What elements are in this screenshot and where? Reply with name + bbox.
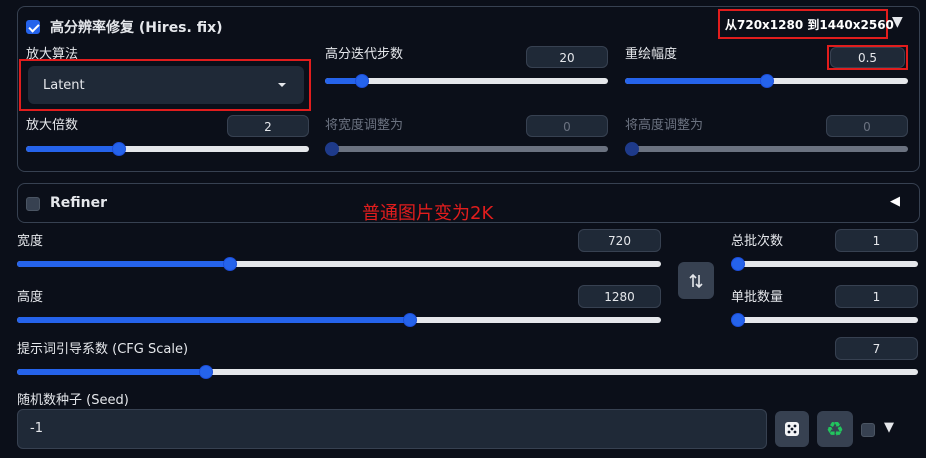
width-input[interactable]: 720: [578, 229, 661, 252]
seed-label: 随机数种子 (Seed): [17, 393, 129, 408]
random-seed-button[interactable]: [775, 411, 809, 447]
batch-size-slider[interactable]: [731, 312, 918, 328]
swap-arrows-icon: [689, 273, 703, 288]
denoise-label: 重绘幅度: [625, 47, 678, 62]
upscaler-value: Latent: [43, 78, 85, 93]
batch-size-label: 单批数量: [731, 290, 784, 305]
resolution-note: 从720x1280 到1440x2560: [725, 18, 894, 32]
scale-slider[interactable]: [26, 141, 309, 157]
width-slider[interactable]: [17, 256, 661, 272]
swap-dimensions-button[interactable]: [678, 262, 714, 299]
batch-size-input[interactable]: 1: [835, 285, 918, 308]
batch-count-input[interactable]: 1: [835, 229, 918, 252]
steps-label: 高分迭代步数: [325, 47, 404, 62]
resize-width-slider[interactable]: [325, 141, 608, 157]
upscaler-select[interactable]: Latent: [28, 66, 304, 104]
batch-size-slider-thumb[interactable]: [731, 313, 745, 327]
refiner-checkbox[interactable]: [26, 197, 40, 211]
hires-fix-title: 高分辨率修复 (Hires. fix): [50, 20, 223, 36]
cfg-slider-thumb[interactable]: [199, 365, 214, 379]
steps-slider-thumb[interactable]: [354, 74, 369, 88]
refiner-title: Refiner: [50, 195, 108, 211]
scale-input[interactable]: 2: [227, 115, 309, 137]
hires-fix-checkbox[interactable]: [26, 20, 40, 34]
annotation-text: 普通图片变为2K: [362, 203, 494, 224]
scale-slider-thumb[interactable]: [112, 142, 127, 156]
resize-height-label: 将高度调整为: [625, 118, 704, 133]
denoise-input[interactable]: 0.5: [830, 47, 905, 68]
dice-icon: [785, 422, 799, 436]
cfg-label: 提示词引导系数 (CFG Scale): [17, 342, 189, 357]
batch-count-slider[interactable]: [731, 256, 918, 272]
resize-height-slider[interactable]: [625, 141, 908, 157]
denoise-slider[interactable]: [625, 73, 908, 89]
scale-label: 放大倍数: [26, 118, 79, 133]
refiner-collapse-icon[interactable]: ◀: [890, 194, 900, 209]
height-slider-thumb[interactable]: [402, 313, 417, 327]
resize-width-input[interactable]: 0: [526, 115, 608, 137]
steps-input[interactable]: 20: [526, 46, 608, 68]
width-slider-thumb[interactable]: [222, 257, 237, 271]
resize-height-slider-thumb[interactable]: [625, 142, 639, 156]
resize-height-input[interactable]: 0: [826, 115, 908, 137]
cfg-slider[interactable]: [17, 364, 918, 380]
extra-seed-checkbox[interactable]: [861, 423, 875, 437]
height-label: 高度: [17, 290, 44, 305]
width-label: 宽度: [17, 234, 44, 249]
chevron-down-icon: [278, 83, 286, 87]
denoise-slider-thumb[interactable]: [759, 74, 774, 88]
height-slider[interactable]: [17, 312, 661, 328]
steps-slider[interactable]: [325, 73, 608, 89]
reuse-seed-button[interactable]: ♻: [817, 411, 853, 447]
seed-input[interactable]: -1: [17, 409, 767, 449]
batch-count-slider-thumb[interactable]: [731, 257, 745, 271]
resize-width-slider-thumb[interactable]: [325, 142, 339, 156]
seed-expand-icon[interactable]: ▼: [884, 420, 894, 435]
height-input[interactable]: 1280: [578, 285, 661, 308]
hires-collapse-icon[interactable]: ▼: [892, 14, 903, 30]
batch-count-label: 总批次数: [731, 234, 784, 249]
recycle-icon: ♻: [826, 417, 844, 441]
cfg-input[interactable]: 7: [835, 337, 918, 360]
resize-width-label: 将宽度调整为: [325, 118, 404, 133]
